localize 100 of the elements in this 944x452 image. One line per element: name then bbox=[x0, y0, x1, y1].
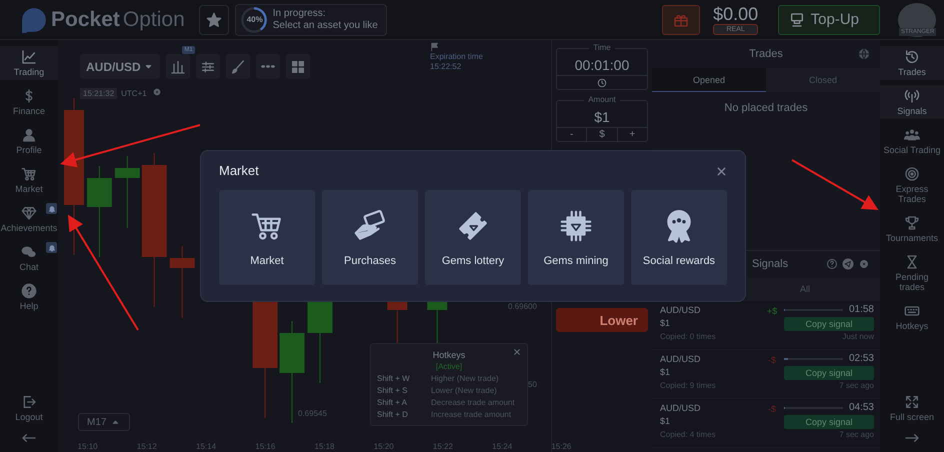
market-tile[interactable]: Purchases bbox=[322, 190, 418, 285]
timeframe-button[interactable]: M17 bbox=[78, 413, 130, 431]
chart-clock: 15:21:32 bbox=[80, 88, 118, 98]
time-axis-label: 15:20 bbox=[374, 442, 394, 451]
progress-subtitle: Select an asset you like bbox=[272, 20, 378, 32]
indicators-button[interactable] bbox=[196, 54, 220, 79]
target-icon bbox=[904, 166, 920, 182]
close-icon bbox=[513, 348, 521, 356]
signal-timer: 04:53 bbox=[848, 402, 874, 414]
sidebar-item[interactable]: Trading bbox=[0, 46, 58, 80]
trend-line-icon bbox=[21, 49, 37, 65]
favorites-button[interactable] bbox=[198, 4, 229, 34]
price-label: 50 bbox=[528, 380, 537, 389]
candles-icon bbox=[170, 58, 186, 74]
trades-title: Trades bbox=[749, 48, 783, 60]
full-screen-button[interactable]: Full screen bbox=[880, 391, 944, 425]
signal-timer: 02:53 bbox=[848, 353, 874, 365]
logout-button[interactable]: Logout bbox=[0, 391, 58, 425]
paper-plane-icon bbox=[842, 258, 854, 270]
time-axis-label: 15:10 bbox=[78, 442, 98, 451]
star-icon bbox=[206, 12, 222, 28]
logo-wordmark: Pocket bbox=[51, 8, 120, 32]
time-axis-label: 15:16 bbox=[255, 442, 276, 451]
sidebar-item[interactable]: Chat bbox=[0, 241, 58, 275]
lower-button[interactable]: Lower bbox=[556, 308, 648, 332]
history-icon bbox=[904, 49, 920, 65]
drawing-button[interactable] bbox=[226, 54, 250, 79]
sliders-icon bbox=[200, 58, 216, 74]
sidebar-item[interactable]: Profile bbox=[0, 124, 58, 158]
logo-wordmark-light: Option bbox=[122, 8, 185, 32]
close-button[interactable] bbox=[513, 348, 521, 356]
dots-icon bbox=[260, 65, 275, 68]
chart-type-button[interactable] bbox=[166, 54, 190, 79]
signal-pair: AUD/USD bbox=[660, 353, 702, 366]
sidebar-item[interactable]: Express Trades bbox=[880, 163, 944, 207]
cart-icon bbox=[21, 166, 37, 182]
sidebar-item[interactable]: Help bbox=[0, 280, 58, 314]
sidebar-item[interactable]: Signals bbox=[880, 85, 944, 119]
diamond-icon bbox=[21, 205, 37, 221]
market-tile[interactable]: Social rewards bbox=[631, 190, 727, 285]
signal-icon bbox=[904, 88, 920, 104]
increase-button[interactable]: + bbox=[618, 128, 647, 141]
time-label: Time bbox=[589, 43, 615, 52]
layout-button[interactable] bbox=[286, 54, 310, 79]
signal-pair: AUD/USD bbox=[660, 304, 702, 317]
market-tile[interactable]: Gems mining bbox=[528, 190, 624, 285]
hotkey-keys: Shift + A bbox=[377, 397, 421, 409]
copy-signal-button[interactable]: Copy signal bbox=[784, 317, 874, 331]
trades-tab[interactable]: Opened bbox=[652, 68, 766, 92]
decrease-button[interactable]: - bbox=[557, 128, 588, 141]
signal-change: +$ bbox=[766, 306, 778, 316]
grid-icon bbox=[290, 58, 306, 74]
sidebar-item[interactable]: Pending trades bbox=[880, 251, 944, 295]
copy-signal-button[interactable]: Copy signal bbox=[784, 415, 874, 429]
sidebar-item[interactable]: Hotkeys bbox=[880, 300, 944, 334]
sidebar-item[interactable]: Market bbox=[0, 163, 58, 197]
question-icon bbox=[21, 283, 37, 299]
dialog-title: Market bbox=[219, 163, 259, 178]
trophy-icon bbox=[904, 215, 920, 231]
brush-icon bbox=[230, 58, 246, 74]
empty-trades-message: No placed trades bbox=[724, 102, 808, 114]
balance-amount: $0.00 bbox=[713, 4, 758, 24]
asset-selector[interactable]: AUD/USD bbox=[80, 54, 160, 79]
chip-icon bbox=[559, 208, 593, 242]
time-value: 00:01:00 bbox=[574, 56, 630, 75]
progress-title: In progress: bbox=[272, 8, 327, 20]
close-button[interactable] bbox=[716, 165, 727, 176]
time-axis-label: 15:18 bbox=[314, 442, 334, 451]
sidebar-item[interactable]: Social Trading bbox=[880, 124, 944, 158]
hotkey-action: Decrease trade amount bbox=[431, 397, 515, 409]
top-up-button[interactable]: Top-Up bbox=[778, 4, 880, 34]
person-icon bbox=[21, 127, 37, 143]
signal-change: -$ bbox=[768, 404, 776, 414]
signal-amount: $1 bbox=[660, 366, 672, 379]
time-axis-label: 15:12 bbox=[136, 442, 157, 451]
market-tile[interactable]: Gems lottery bbox=[425, 190, 521, 285]
time-axis-label: 15:24 bbox=[492, 442, 512, 451]
sidebar-item[interactable]: Tournaments bbox=[880, 212, 944, 246]
sidebar-item[interactable]: Finance bbox=[0, 85, 58, 119]
expiration-label: Expiration time bbox=[430, 52, 483, 62]
sidebar-item[interactable]: Achievements bbox=[0, 202, 58, 236]
time-axis-label: 15:26 bbox=[551, 442, 572, 451]
market-tile[interactable]: Market bbox=[219, 190, 315, 285]
amount-value: $1 bbox=[594, 108, 610, 127]
sidebar-item[interactable]: Trades bbox=[880, 46, 944, 80]
hotkeys-title: Hotkeys bbox=[432, 349, 466, 361]
logout-icon bbox=[21, 394, 37, 410]
help-circle-icon bbox=[826, 258, 838, 270]
signal-change: -$ bbox=[768, 355, 776, 365]
amount-label: Amount bbox=[584, 95, 620, 104]
globe-icon bbox=[858, 48, 870, 60]
flag-icon bbox=[430, 42, 440, 52]
gift-button[interactable] bbox=[662, 4, 700, 34]
fullscreen-icon bbox=[904, 394, 920, 410]
currency-button[interactable]: $ bbox=[587, 128, 618, 141]
more-button[interactable] bbox=[256, 54, 280, 79]
hotkey-keys: Shift + S bbox=[377, 385, 421, 397]
price-label: 0.69545 bbox=[298, 409, 327, 418]
copy-signal-button[interactable]: Copy signal bbox=[784, 366, 874, 380]
signal-amount: $1 bbox=[660, 415, 672, 428]
